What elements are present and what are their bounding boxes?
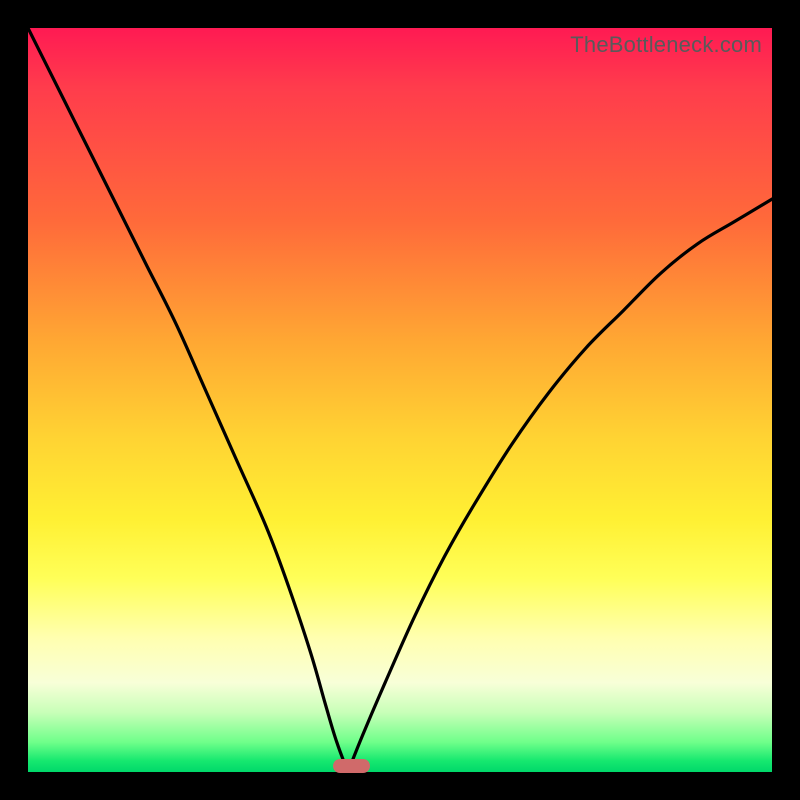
curve-left-branch xyxy=(28,28,348,772)
bottleneck-curve xyxy=(28,28,772,772)
optimum-marker xyxy=(333,759,370,773)
plot-area: TheBottleneck.com xyxy=(28,28,772,772)
curve-right-branch xyxy=(348,199,772,772)
chart-frame: TheBottleneck.com xyxy=(0,0,800,800)
